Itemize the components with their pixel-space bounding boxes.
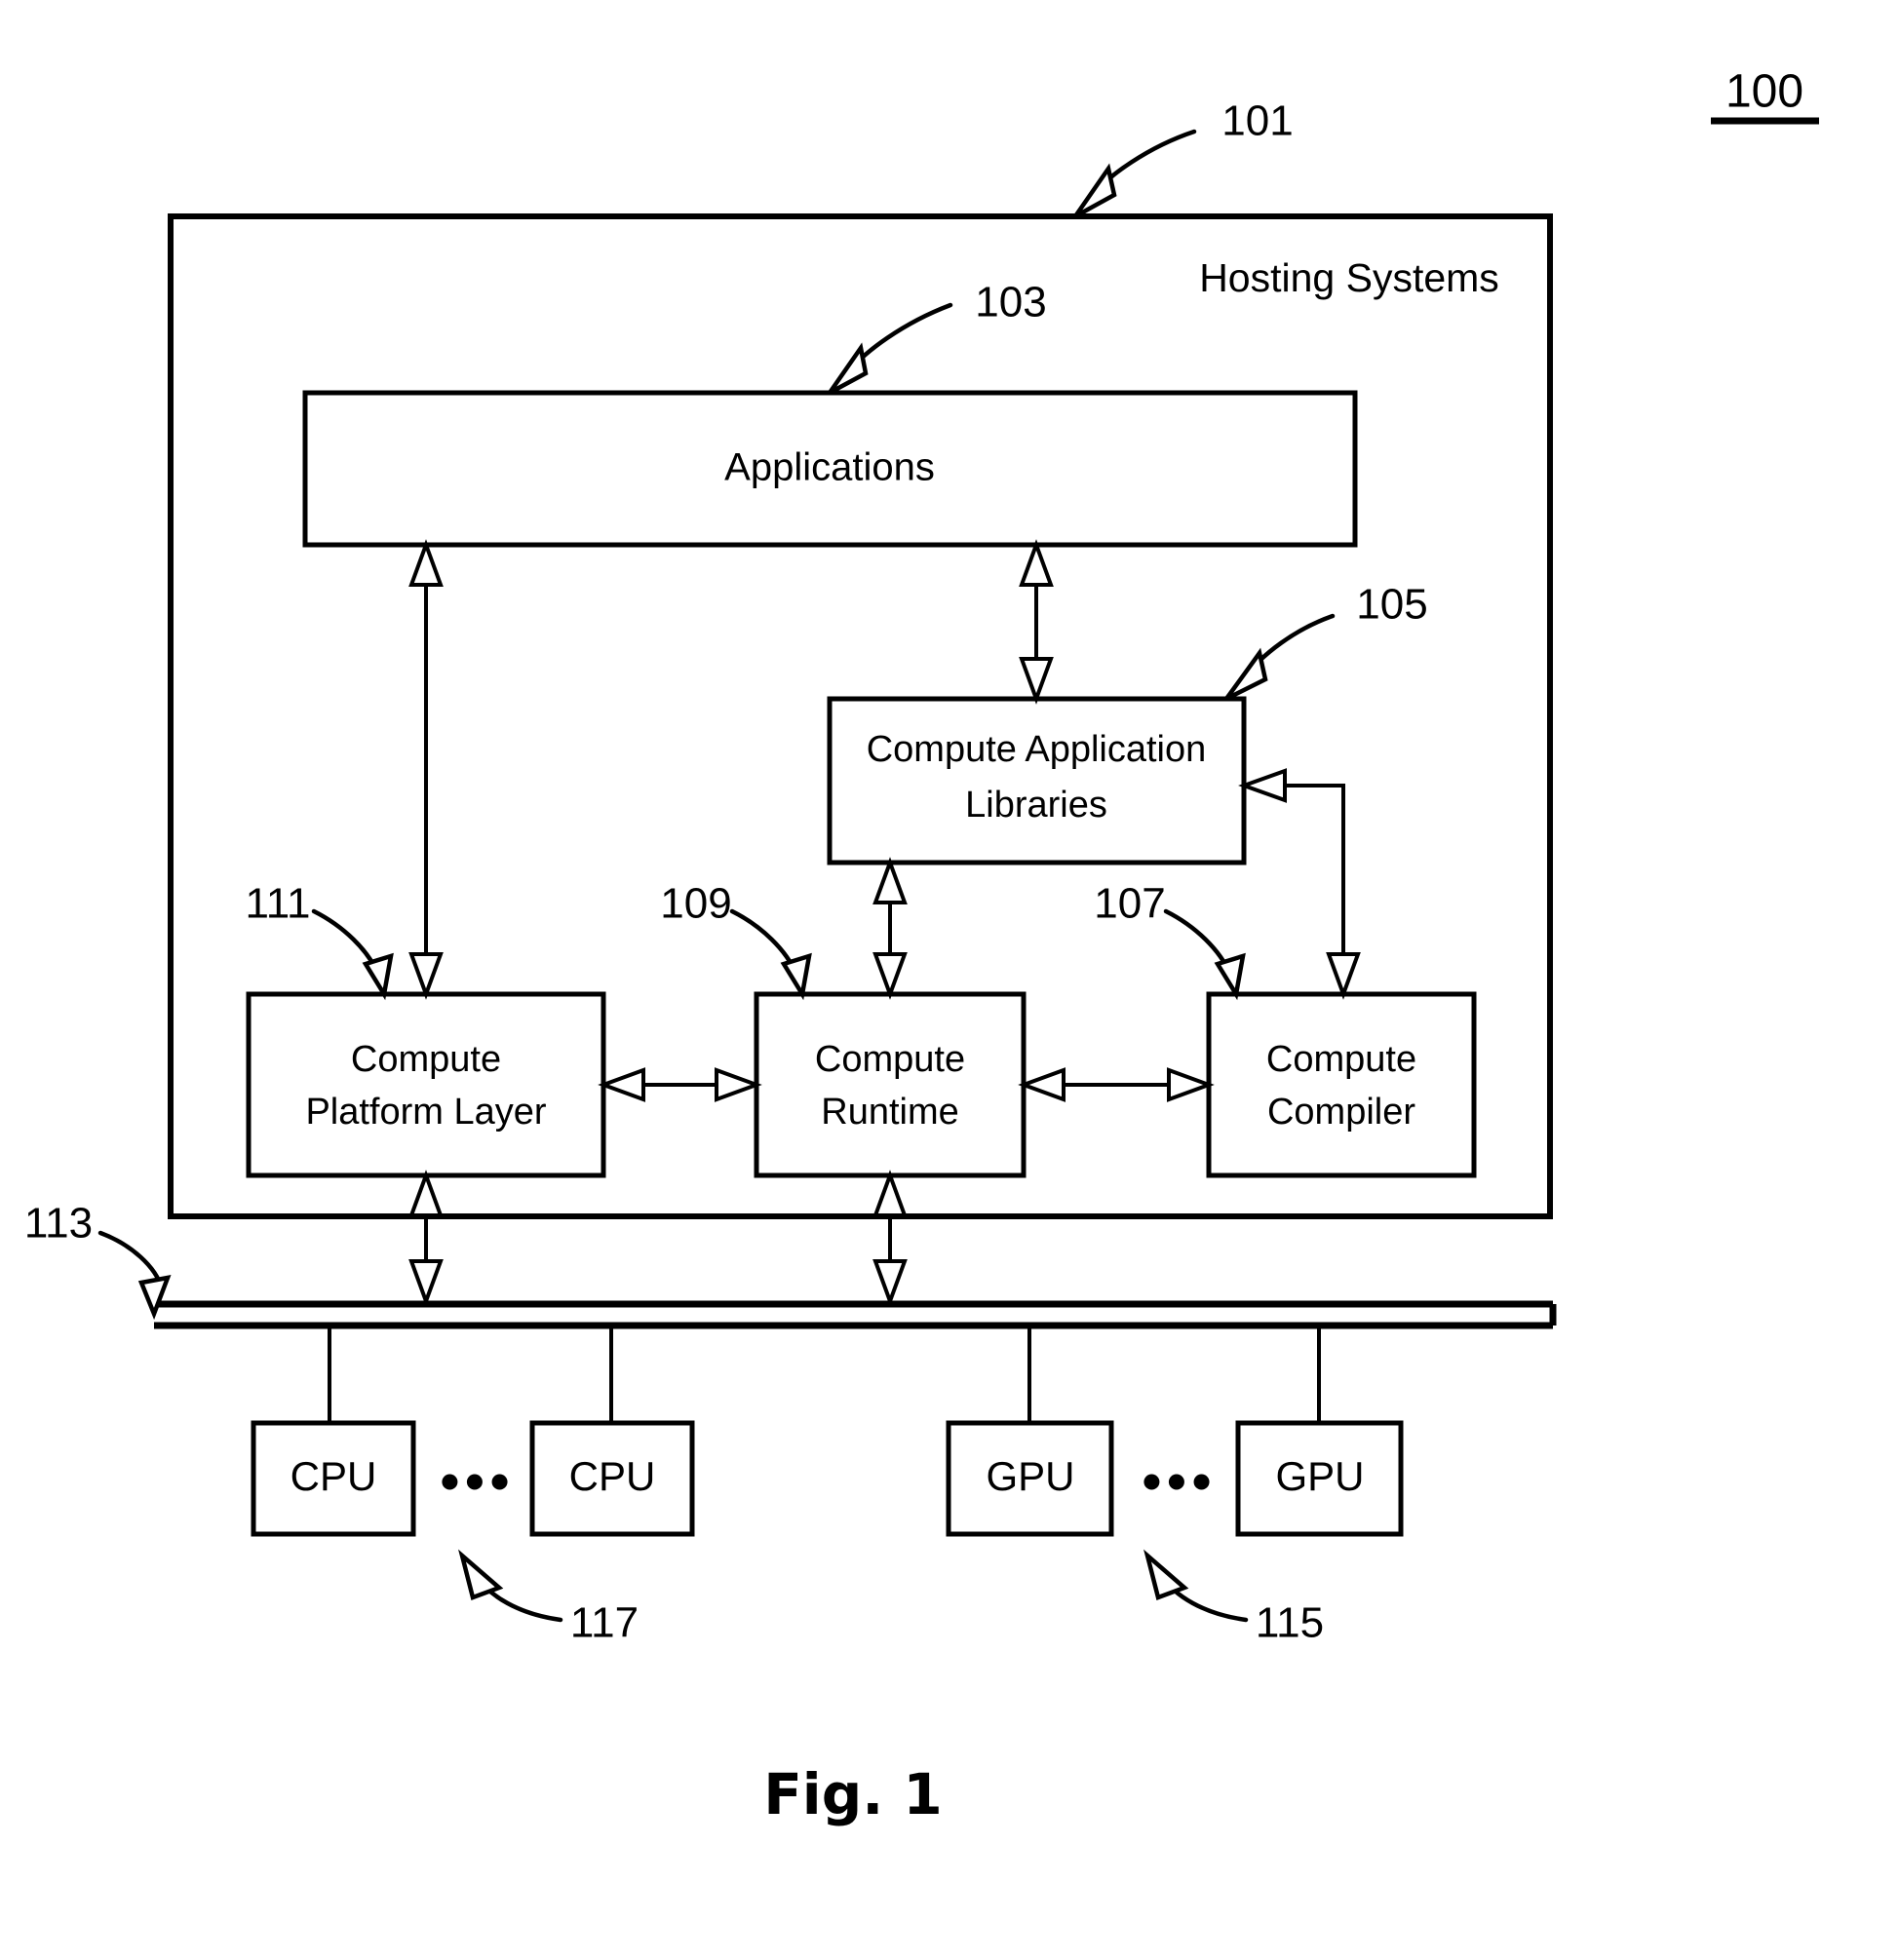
connector-platform-layer-bus [408,1170,444,1307]
arrowhead-left-runtime [1018,1067,1066,1102]
gpu-label-2: GPU [1275,1453,1364,1499]
figure-number-group: 100 [1711,66,1819,125]
reference-leader-113: 113 [24,1200,172,1321]
reference-leader-117: 117 [458,1549,639,1647]
connector-runtime-compiler [1018,1067,1215,1102]
leader-arrowhead-115 [1143,1549,1189,1600]
cpu-label-1: CPU [291,1453,377,1499]
reference-leader-101: 101 [1073,97,1294,218]
leader-arrowhead-101 [1073,163,1117,218]
gpu-label-1: GPU [986,1453,1074,1499]
figure-caption: Fig. 1 [763,1761,943,1827]
reference-number-117: 117 [570,1599,639,1647]
reference-leader-105: 105 [1224,581,1428,702]
reference-leader-115: 115 [1143,1549,1324,1647]
arrowhead-up-platform-layer-bus [408,1170,444,1217]
arrowhead-up-runtime-bus [872,1170,908,1217]
leader-arrowhead-109 [780,952,812,1001]
arrowhead-left-libraries [1238,768,1287,803]
arrowhead-left-platform-layer [598,1067,645,1102]
applications-label: Applications [724,446,935,489]
reference-number-109: 109 [660,880,731,928]
gpu-ellipsis: ••• [1143,1450,1218,1512]
reference-number-113: 113 [24,1200,93,1248]
arrowhead-down-bus-right [872,1259,908,1307]
leader-arrowhead-113 [137,1275,172,1321]
reference-number-101: 101 [1221,97,1293,145]
compute-application-libraries-label-line1: Compute Application [867,729,1207,770]
reference-leader-111: 111 [246,880,394,1001]
arrowhead-up-applications [408,539,444,587]
patent-figure: 100 Hosting Systems 101 Applications 103… [0,0,1899,1960]
leader-arrowhead-111 [362,952,394,1001]
connector-libraries-runtime [872,857,908,1000]
reference-leader-109: 109 [660,880,812,1001]
compute-compiler-box [1206,991,1477,1178]
connector-platform-layer-runtime [598,1067,762,1102]
reference-leader-107: 107 [1094,880,1246,1001]
arrowhead-right-compiler [1167,1067,1215,1102]
compute-compiler-label-line1: Compute [1266,1039,1416,1080]
reference-number-115: 115 [1256,1599,1324,1647]
leader-arrowhead-105 [1224,647,1268,702]
arrowhead-down-libraries [1019,657,1054,705]
reference-number-105: 105 [1356,581,1427,629]
bus-drop-lines [328,1326,1321,1423]
reference-leader-103: 103 [828,279,1047,395]
arrowhead-up-libraries [872,857,908,904]
connector-applications-platform-layer [408,539,444,1000]
compute-runtime-box [754,991,1027,1178]
compute-platform-layer-label-line1: Compute [351,1039,501,1080]
figure-number: 100 [1725,66,1803,118]
arrowhead-right-runtime [715,1067,762,1102]
compute-application-libraries-box [827,696,1247,865]
connector-compiler-libraries [1238,768,1361,1000]
compute-platform-layer-label-line2: Platform Layer [305,1092,546,1133]
arrowhead-down-compiler [1326,952,1361,1000]
arrowhead-down-runtime [872,952,908,1000]
arrowhead-down-bus-left [408,1259,444,1307]
connector-runtime-bus [872,1170,908,1307]
system-bus [154,1300,1557,1329]
reference-number-111: 111 [246,880,311,928]
reference-number-103: 103 [975,279,1046,327]
cpu-ellipsis: ••• [441,1450,516,1512]
arrowhead-down-platform-layer [408,952,444,1000]
compute-runtime-label-line1: Compute [815,1039,965,1080]
compute-platform-layer-box [246,991,606,1178]
figure-canvas: 100 Hosting Systems 101 Applications 103… [24,66,1819,1827]
hosting-systems-label: Hosting Systems [1199,255,1499,300]
cpu-label-2: CPU [569,1453,656,1499]
reference-number-107: 107 [1094,880,1165,928]
compute-compiler-label-line2: Compiler [1267,1092,1415,1133]
compute-application-libraries-label-line2: Libraries [965,785,1107,826]
leader-arrowhead-107 [1214,952,1246,1001]
connector-applications-libraries [1019,539,1054,705]
leader-arrowhead-117 [458,1549,504,1600]
compute-runtime-label-line2: Runtime [821,1092,959,1133]
leader-arrowhead-103 [828,342,869,395]
arrowhead-up-applications-lib [1019,539,1054,587]
